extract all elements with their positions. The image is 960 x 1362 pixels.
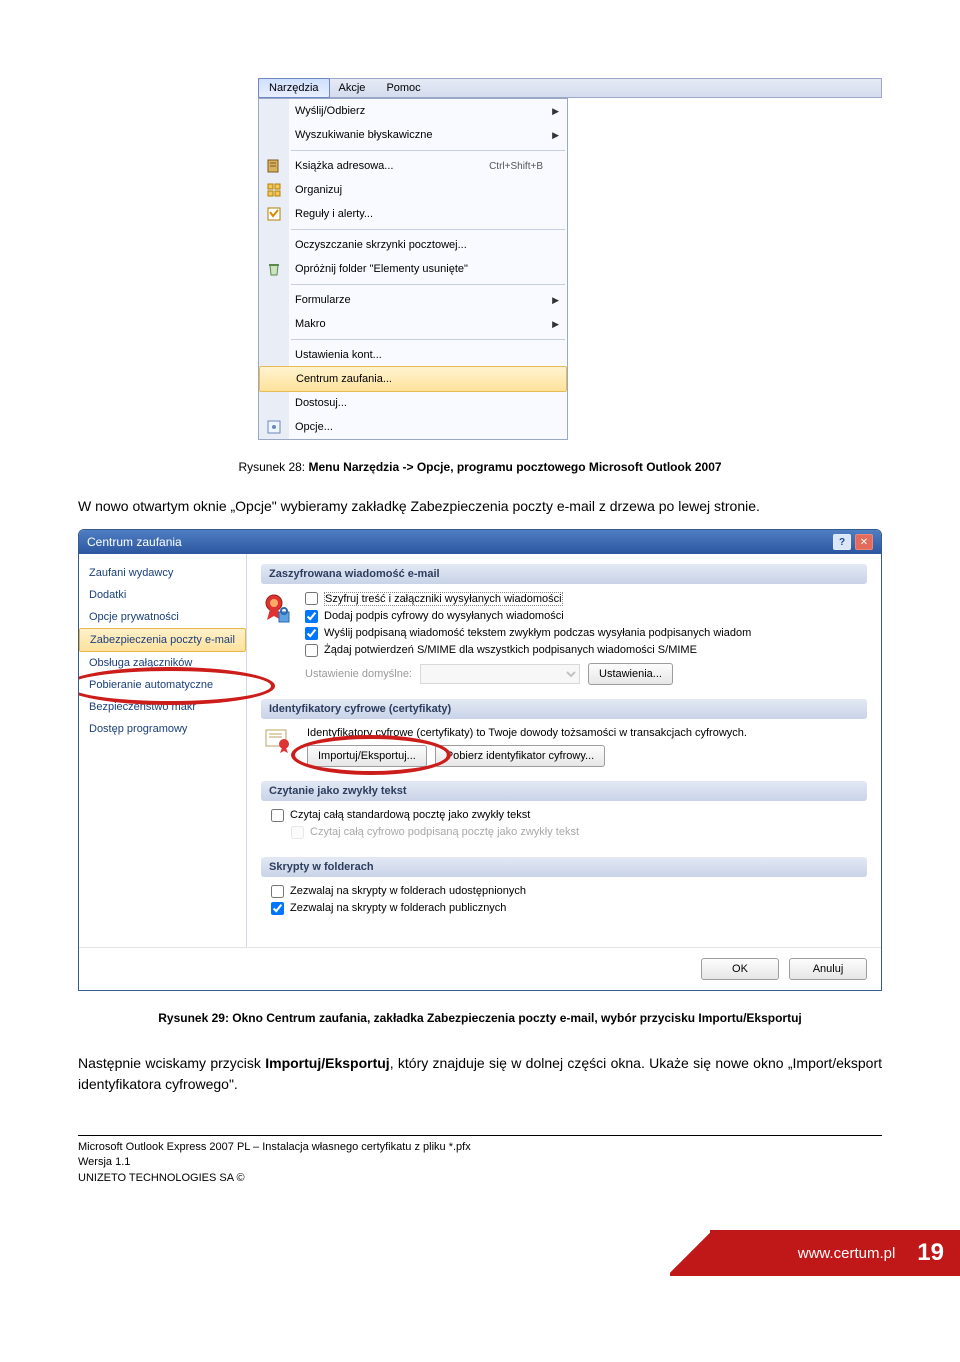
trash-icon [259,261,289,277]
trust-center-window: Centrum zaufania ? ✕ Zaufani wydawcy Dod… [78,529,882,991]
menu-empty-deleted[interactable]: Opróżnij folder "Elementy usunięte" [259,257,567,281]
label-smime-receipt: Żądaj potwierdzeń S/MIME dla wszystkich … [324,644,697,656]
label-encrypt: Szyfruj treść i załączniki wysyłanych wi… [324,592,563,606]
label-scripts-shared: Zezwalaj na skrypty w folderach udostępn… [290,885,526,897]
label-read-signed-plain: Czytaj całą cyfrowo podpisaną pocztę jak… [310,826,579,838]
trust-nav-sidebar: Zaufani wydawcy Dodatki Opcje prywatnośc… [79,554,247,947]
chevron-right-icon: ▶ [552,130,559,141]
checkbox-scripts-shared[interactable] [271,885,284,898]
menu-separator [291,339,565,340]
checkbox-encrypt[interactable] [305,592,318,605]
options-icon [259,419,289,435]
settings-button[interactable]: Ustawienia... [588,663,673,685]
footer-rule [78,1135,882,1136]
organize-icon [259,182,289,198]
menu-address-book[interactable]: Książka adresowa...Ctrl+Shift+B [259,154,567,178]
checkbox-scripts-public[interactable] [271,902,284,915]
get-digital-id-button[interactable]: Pobierz identyfikator cyfrowy... [435,745,605,767]
menu-account-settings[interactable]: Ustawienia kont... [259,343,567,367]
ribbon-lock-icon [263,594,291,626]
checkbox-read-signed-plain [291,826,304,839]
group-encrypted-email: Zaszyfrowana wiadomość e-mail Szyfruj tr… [261,564,867,689]
menu-send-receive[interactable]: Wyślij/Odbierz▶ [259,99,567,123]
nav-privacy[interactable]: Opcje prywatności [79,606,246,628]
nav-trusted-publishers[interactable]: Zaufani wydawcy [79,562,246,584]
checkbox-cleartext[interactable] [305,627,318,640]
group-digital-ids: Identyfikatory cyfrowe (certyfikaty) Ide… [261,699,867,771]
paragraph-import: Następnie wciskamy przycisk Importuj/Eks… [78,1053,882,1095]
cancel-button[interactable]: Anuluj [789,958,867,980]
page-number: 19 [917,1239,944,1267]
help-button[interactable]: ? [833,534,851,550]
menu-separator [291,284,565,285]
menubar-item-pomoc[interactable]: Pomoc [376,79,431,97]
figure-caption-29: Rysunek 29: Okno Centrum zaufania, zakła… [78,1011,882,1025]
close-button[interactable]: ✕ [855,534,873,550]
digital-id-description: Identyfikatory cyfrowe (certyfikaty) to … [265,727,863,739]
nav-addins[interactable]: Dodatki [79,584,246,606]
menu-organize[interactable]: Organizuj [259,178,567,202]
nav-auto-download[interactable]: Pobieranie automatyczne [79,674,246,696]
menubar: Narzędzia Akcje Pomoc [258,78,882,98]
paragraph-intro: W nowo otwartym oknie „Opcje" wybieramy … [78,496,882,517]
chevron-right-icon: ▶ [552,106,559,117]
menu-customize[interactable]: Dostosuj... [259,391,567,415]
menubar-item-narzedzia[interactable]: Narzędzia [258,78,330,98]
checkbox-smime-receipt[interactable] [305,644,318,657]
nav-email-security[interactable]: Zabezpieczenia poczty e-mail [79,628,246,652]
group-header: Czytanie jako zwykły tekst [261,781,867,801]
checkbox-read-plain[interactable] [271,809,284,822]
nav-attachments[interactable]: Obsługa załączników [79,652,246,674]
menu-forms[interactable]: Formularze▶ [259,288,567,312]
group-header: Zaszyfrowana wiadomość e-mail [261,564,867,584]
tools-dropdown: Wyślij/Odbierz▶ Wyszukiwanie błyskawiczn… [258,98,568,440]
tools-menu-screenshot: Narzędzia Akcje Pomoc Wyślij/Odbierz▶ Wy… [258,78,882,440]
menu-options[interactable]: Opcje... [259,415,567,439]
menu-separator [291,150,565,151]
default-setting-select[interactable] [420,664,580,684]
menu-macro[interactable]: Makro▶ [259,312,567,336]
window-title: Centrum zaufania [87,535,182,549]
label-sign: Dodaj podpis cyfrowy do wysyłanych wiado… [324,610,564,622]
group-header: Skrypty w folderach [261,857,867,877]
menu-rules-alerts[interactable]: Reguły i alerty... [259,202,567,226]
group-folder-scripts: Skrypty w folderach Zezwalaj na skrypty … [261,857,867,923]
import-export-button[interactable]: Importuj/Eksportuj... [307,745,427,767]
footer-url: www.certum.pl [798,1245,896,1262]
page-footer-bar: www.certum.pl 19 [0,1230,960,1276]
chevron-right-icon: ▶ [552,319,559,330]
footer-text: Microsoft Outlook Express 2007 PL – Inst… [78,1140,882,1186]
checkbox-sign[interactable] [305,610,318,623]
default-setting-label: Ustawienie domyślne: [305,668,412,680]
group-header: Identyfikatory cyfrowe (certyfikaty) [261,699,867,719]
menu-separator [291,229,565,230]
label-cleartext: Wyślij podpisaną wiadomość tekstem zwykł… [324,627,751,639]
nav-macro-security[interactable]: Bezpieczeństwo makr [79,696,246,718]
figure-caption-28: Rysunek 28: Menu Narzędzia -> Opcje, pro… [78,460,882,474]
label-scripts-public: Zezwalaj na skrypty w folderach publiczn… [290,902,506,914]
ok-button[interactable]: OK [701,958,779,980]
window-titlebar: Centrum zaufania ? ✕ [79,530,881,554]
menu-instant-search[interactable]: Wyszukiwanie błyskawiczne▶ [259,123,567,147]
rules-icon [259,206,289,222]
book-icon [259,158,289,174]
menu-mailbox-cleanup[interactable]: Oczyszczanie skrzynki pocztowej... [259,233,567,257]
chevron-right-icon: ▶ [552,295,559,306]
menu-trust-center[interactable]: Centrum zaufania... [259,366,567,392]
nav-programmatic[interactable]: Dostęp programowy [79,718,246,740]
menubar-item-akcje[interactable]: Akcje [329,79,377,97]
group-plain-text: Czytanie jako zwykły tekst Czytaj całą s… [261,781,867,847]
label-read-plain: Czytaj całą standardową pocztę jako zwyk… [290,809,530,821]
